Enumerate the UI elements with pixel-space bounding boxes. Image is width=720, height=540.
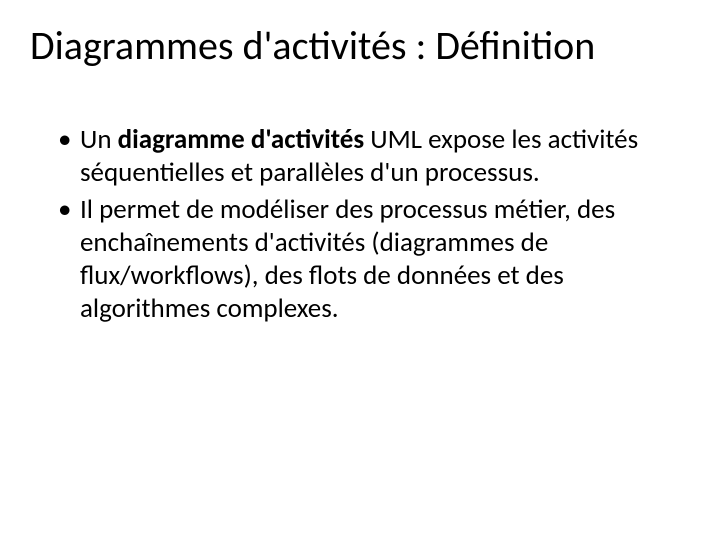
bullet-text-bold: diagramme d'activités bbox=[118, 123, 365, 156]
slide-content: Un diagramme d'activités UML expose les … bbox=[30, 124, 690, 326]
bullet-text-post: Il permet de modéliser des processus mét… bbox=[80, 193, 615, 325]
list-item: Un diagramme d'activités UML expose les … bbox=[58, 124, 690, 190]
slide-title: Diagrammes d'activités : Définition bbox=[30, 24, 690, 68]
list-item: Il permet de modéliser des processus mét… bbox=[58, 194, 690, 326]
bullet-text-pre: Un bbox=[80, 123, 118, 156]
bullet-list: Un diagramme d'activités UML expose les … bbox=[58, 124, 690, 326]
